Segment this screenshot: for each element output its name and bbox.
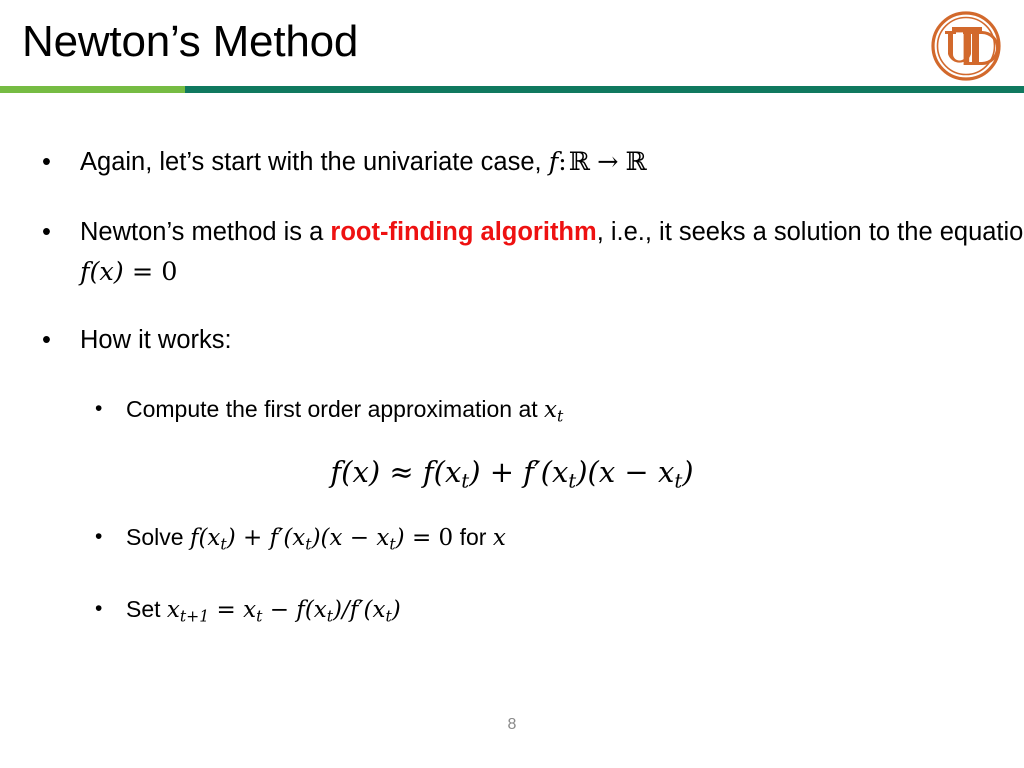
eq-prime-1: ′ — [534, 455, 541, 489]
bullet-2-text-part2: , i.e., it seeks a solution to the equat… — [596, 218, 1024, 246]
math-reals-domain: ℝ — [568, 147, 591, 177]
math-equals-zero: = 0 — [123, 257, 178, 287]
bullet-marker: • — [42, 326, 51, 354]
math-of-x: (x) — [89, 257, 124, 287]
s3-open1: (x — [304, 597, 327, 623]
eq-open2: (x — [540, 455, 569, 489]
bullet-2-text-part1: Newton’s method is a — [80, 218, 331, 246]
s3-x1: x — [166, 597, 180, 623]
s2-open1: (x — [198, 525, 221, 551]
s3-subscript-t-plus-1: t+1 — [179, 606, 210, 626]
eq-of-x: (x) — [341, 455, 381, 489]
s3-equals-sign: = — [209, 597, 244, 623]
math-x: x — [544, 397, 558, 423]
eq-approx-sign: ≈ — [380, 455, 423, 489]
bullet-item-1: • Again, let’s start with the univariate… — [0, 142, 1024, 182]
s3-slash: / — [342, 597, 350, 623]
divider-green — [0, 86, 185, 93]
math-f: f — [548, 147, 559, 177]
math-reals-codomain: ℝ — [625, 147, 647, 177]
s2-close1: ) — [226, 525, 236, 551]
page-number: 8 — [507, 716, 517, 733]
s3-close2: ) — [391, 597, 401, 623]
s3-open2: (x — [363, 597, 386, 623]
bullet-item-2: • Newton’s method is a root-finding algo… — [0, 212, 1024, 292]
s3-minus-sign: − — [262, 597, 297, 623]
sub-bullet-marker: • — [95, 525, 103, 548]
bullet-item-3: • How it works: — [0, 320, 980, 360]
s2-equals-zero: = 0 — [404, 525, 454, 551]
slide: Newton’s Method • Again, let’s start wit… — [0, 0, 1024, 768]
s2-for-word: for — [453, 524, 493, 550]
bullet-marker: • — [42, 148, 51, 176]
eq-f3: f — [523, 455, 535, 489]
math-subscript-t: t — [557, 406, 564, 426]
sub-bullet-marker: • — [95, 397, 103, 420]
math-arrow: → — [597, 147, 619, 177]
sub-bullet-2-label: Solve — [126, 524, 190, 550]
eq-f1: f — [330, 455, 342, 489]
sub-bullet-item-1: • Compute the first order approximation … — [0, 390, 1024, 435]
bullet-1-text: Again, let’s start with the univariate c… — [80, 148, 549, 176]
display-equation: f(x) ≈ f(xt) + f′(xt)(x − xt) — [0, 452, 1024, 502]
highlight-root-finding-algorithm: root-finding algorithm — [330, 218, 597, 246]
s3-x2: x — [243, 597, 257, 623]
sub-bullet-marker: • — [95, 597, 103, 620]
bullet-3-text: How it works: — [80, 326, 232, 354]
eq-plus-sign: + — [480, 455, 524, 489]
eq-close3: ) — [682, 455, 694, 489]
s3-f1: f — [296, 597, 305, 623]
math-colon: : — [558, 147, 567, 177]
sub-bullet-1-text: Compute the first order approximation at — [126, 396, 545, 422]
eq-open1: (x — [433, 455, 462, 489]
eq-close2: ) — [576, 455, 588, 489]
page-title: Newton’s Method — [22, 17, 359, 66]
eq-open3: (x — [587, 455, 616, 489]
s2-close2: ) — [311, 525, 321, 551]
eq-minus-sign: − — [615, 455, 658, 489]
s2-x: x — [376, 525, 390, 551]
sub-bullet-item-2: • Solve f(xt) + f′(xt)(x − xt) = 0 for x — [0, 518, 1024, 563]
s2-plus-sign: + — [235, 525, 270, 551]
s2-f2: f — [269, 525, 279, 551]
bullet-marker: • — [42, 218, 51, 246]
s2-open2: (x — [283, 525, 306, 551]
s2-open3: (x — [320, 525, 343, 551]
utd-logo-icon — [928, 8, 1004, 84]
s2-x-variable: x — [492, 525, 506, 551]
eq-f2: f — [422, 455, 434, 489]
s2-minus-sign: − — [342, 525, 377, 551]
s2-close3: ) — [395, 525, 405, 551]
sub-bullet-3-label: Set — [126, 596, 167, 622]
eq-x4: x — [657, 455, 675, 489]
eq-close1: ) — [469, 455, 481, 489]
display-equation-wrapper: f(x) ≈ f(xt) + f′(xt)(x − xt) — [0, 452, 1024, 498]
s3-close1: ) — [333, 597, 343, 623]
sub-bullet-item-3: • Set xt+1 = xt − f(xt)/f′(xt) — [0, 590, 1024, 635]
